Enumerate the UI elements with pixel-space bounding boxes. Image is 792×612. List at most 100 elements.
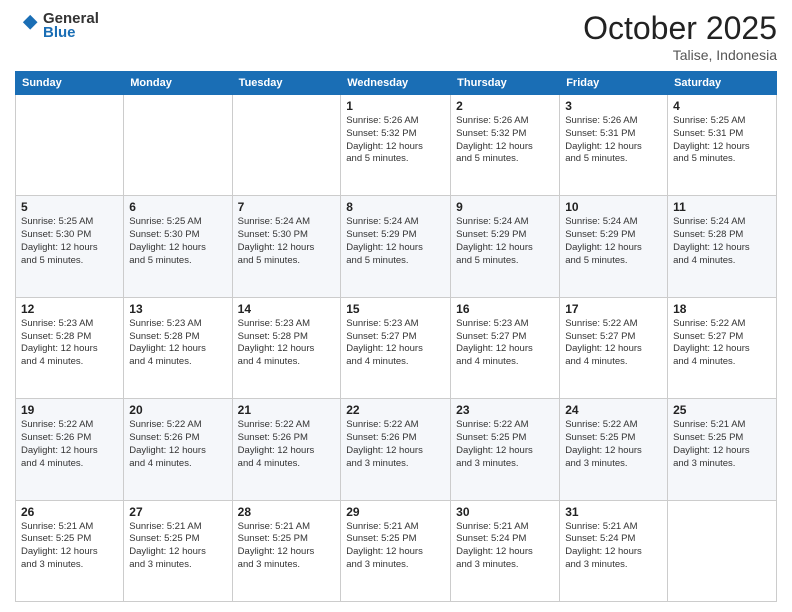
calendar-cell: 31Sunrise: 5:21 AMSunset: 5:24 PMDayligh… [560,500,668,601]
day-number: 6 [129,200,226,214]
day-number: 10 [565,200,662,214]
week-row-2: 5 Sunrise: 5:25 AMSunset: 5:30 PMDaylight… [16,196,777,297]
calendar-cell: 21 Sunrise: 5:22 AMSunset: 5:26 PMDayligh… [232,399,341,500]
calendar-cell: 8Sunrise: 5:24 AMSunset: 5:29 PMDaylight… [341,196,451,297]
day-info: Sunrise: 5:21 AMSunset: 5:25 PMDaylight:… [129,521,226,572]
calendar-cell: 22Sunrise: 5:22 AMSunset: 5:26 PMDayligh… [341,399,451,500]
calendar-body: 1 Sunrise: 5:26 AMSunset: 5:32 PMDaylight… [16,95,777,602]
header-row: Sunday Monday Tuesday Wednesday Thursday… [16,72,777,95]
calendar-cell: 1 Sunrise: 5:26 AMSunset: 5:32 PMDaylight… [341,95,451,196]
week-row-1: 1 Sunrise: 5:26 AMSunset: 5:32 PMDaylight… [16,95,777,196]
day-info: Sunrise: 5:21 AMSunset: 5:25 PMDaylight:… [673,419,771,470]
title-block: October 2025 Talise, Indonesia [583,10,777,63]
page: General Blue October 2025 Talise, Indone… [0,0,792,612]
calendar-cell: 27 Sunrise: 5:21 AMSunset: 5:25 PMDayligh… [124,500,232,601]
day-info: Sunrise: 5:25 AMSunset: 5:31 PMDaylight:… [673,115,771,166]
calendar-cell: 26 Sunrise: 5:21 AMSunset: 5:25 PMDayligh… [16,500,124,601]
month-title: October 2025 [583,10,777,47]
col-tuesday: Tuesday [232,72,341,95]
day-number: 16 [456,302,554,316]
calendar-cell [668,500,777,601]
day-number: 5 [21,200,118,214]
calendar-cell: 14Sunrise: 5:23 AMSunset: 5:28 PMDayligh… [232,297,341,398]
day-info: Sunrise: 5:23 AMSunset: 5:27 PMDaylight:… [346,318,445,369]
day-info: Sunrise: 5:21 AMSunset: 5:25 PMDaylight:… [346,521,445,572]
day-info: Sunrise: 5:23 AMSunset: 5:28 PMDaylight:… [129,318,226,369]
calendar-cell [16,95,124,196]
day-info: Sunrise: 5:23 AMSunset: 5:28 PMDaylight:… [21,318,118,369]
day-number: 23 [456,403,554,417]
day-number: 17 [565,302,662,316]
col-friday: Friday [560,72,668,95]
header: General Blue October 2025 Talise, Indone… [15,10,777,63]
day-number: 29 [346,505,445,519]
day-number: 21 [238,403,336,417]
calendar-cell: 6Sunrise: 5:25 AMSunset: 5:30 PMDaylight… [124,196,232,297]
calendar-cell: 3 Sunrise: 5:26 AMSunset: 5:31 PMDaylight… [560,95,668,196]
day-number: 3 [565,99,662,113]
day-info: Sunrise: 5:22 AMSunset: 5:25 PMDaylight:… [456,419,554,470]
day-number: 20 [129,403,226,417]
day-number: 4 [673,99,771,113]
day-info: Sunrise: 5:24 AMSunset: 5:28 PMDaylight:… [673,216,771,267]
calendar-cell: 24 Sunrise: 5:22 AMSunset: 5:25 PMDayligh… [560,399,668,500]
day-number: 13 [129,302,226,316]
calendar-cell [232,95,341,196]
logo: General Blue [15,10,99,41]
day-number: 7 [238,200,336,214]
day-info: Sunrise: 5:22 AMSunset: 5:26 PMDaylight:… [238,419,336,470]
day-number: 27 [129,505,226,519]
day-info: Sunrise: 5:26 AMSunset: 5:31 PMDaylight:… [565,115,662,166]
day-info: Sunrise: 5:26 AMSunset: 5:32 PMDaylight:… [346,115,445,166]
calendar-cell: 19 Sunrise: 5:22 AMSunset: 5:26 PMDayligh… [16,399,124,500]
col-saturday: Saturday [668,72,777,95]
day-info: Sunrise: 5:24 AMSunset: 5:29 PMDaylight:… [565,216,662,267]
calendar-cell: 11 Sunrise: 5:24 AMSunset: 5:28 PMDayligh… [668,196,777,297]
col-wednesday: Wednesday [341,72,451,95]
day-number: 26 [21,505,118,519]
day-number: 18 [673,302,771,316]
week-row-4: 19 Sunrise: 5:22 AMSunset: 5:26 PMDayligh… [16,399,777,500]
day-number: 9 [456,200,554,214]
day-number: 24 [565,403,662,417]
day-number: 25 [673,403,771,417]
calendar-cell: 4 Sunrise: 5:25 AMSunset: 5:31 PMDaylight… [668,95,777,196]
calendar-cell: 20 Sunrise: 5:22 AMSunset: 5:26 PMDayligh… [124,399,232,500]
day-number: 1 [346,99,445,113]
week-row-5: 26 Sunrise: 5:21 AMSunset: 5:25 PMDayligh… [16,500,777,601]
col-monday: Monday [124,72,232,95]
col-thursday: Thursday [451,72,560,95]
calendar-cell: 29 Sunrise: 5:21 AMSunset: 5:25 PMDayligh… [341,500,451,601]
calendar-cell: 13 Sunrise: 5:23 AMSunset: 5:28 PMDayligh… [124,297,232,398]
day-number: 11 [673,200,771,214]
calendar-cell: 9 Sunrise: 5:24 AMSunset: 5:29 PMDaylight… [451,196,560,297]
day-info: Sunrise: 5:22 AMSunset: 5:26 PMDaylight:… [21,419,118,470]
day-info: Sunrise: 5:23 AMSunset: 5:27 PMDaylight:… [456,318,554,369]
week-row-3: 12Sunrise: 5:23 AMSunset: 5:28 PMDayligh… [16,297,777,398]
calendar-header: Sunday Monday Tuesday Wednesday Thursday… [16,72,777,95]
calendar-cell: 25 Sunrise: 5:21 AMSunset: 5:25 PMDayligh… [668,399,777,500]
calendar-cell: 10 Sunrise: 5:24 AMSunset: 5:29 PMDayligh… [560,196,668,297]
calendar-cell: 7Sunrise: 5:24 AMSunset: 5:30 PMDaylight… [232,196,341,297]
calendar-cell: 23 Sunrise: 5:22 AMSunset: 5:25 PMDayligh… [451,399,560,500]
day-info: Sunrise: 5:26 AMSunset: 5:32 PMDaylight:… [456,115,554,166]
calendar-cell: 5 Sunrise: 5:25 AMSunset: 5:30 PMDaylight… [16,196,124,297]
day-info: Sunrise: 5:21 AMSunset: 5:24 PMDaylight:… [456,521,554,572]
calendar-cell: 2Sunrise: 5:26 AMSunset: 5:32 PMDaylight… [451,95,560,196]
day-info: Sunrise: 5:24 AMSunset: 5:29 PMDaylight:… [456,216,554,267]
day-number: 15 [346,302,445,316]
day-info: Sunrise: 5:22 AMSunset: 5:26 PMDaylight:… [129,419,226,470]
day-number: 14 [238,302,336,316]
day-info: Sunrise: 5:25 AMSunset: 5:30 PMDaylight:… [21,216,118,267]
calendar-cell: 28Sunrise: 5:21 AMSunset: 5:25 PMDayligh… [232,500,341,601]
day-info: Sunrise: 5:22 AMSunset: 5:27 PMDaylight:… [673,318,771,369]
day-info: Sunrise: 5:21 AMSunset: 5:25 PMDaylight:… [21,521,118,572]
calendar-cell [124,95,232,196]
calendar-cell: 12Sunrise: 5:23 AMSunset: 5:28 PMDayligh… [16,297,124,398]
day-info: Sunrise: 5:21 AMSunset: 5:25 PMDaylight:… [238,521,336,572]
calendar-cell: 18 Sunrise: 5:22 AMSunset: 5:27 PMDayligh… [668,297,777,398]
day-number: 19 [21,403,118,417]
day-info: Sunrise: 5:22 AMSunset: 5:25 PMDaylight:… [565,419,662,470]
day-number: 30 [456,505,554,519]
day-number: 22 [346,403,445,417]
